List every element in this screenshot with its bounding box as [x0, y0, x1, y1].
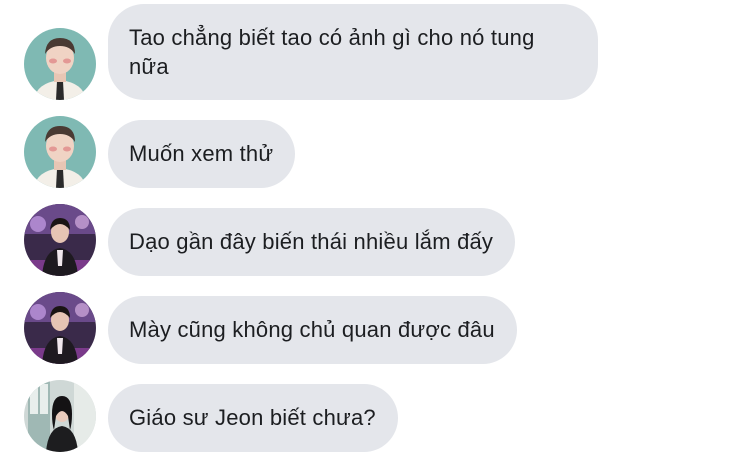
message-bubble[interactable]: Tao chẳng biết tao có ảnh gì cho nó tung… [108, 4, 598, 100]
avatar-man-purple-icon [24, 292, 96, 364]
message-bubble[interactable]: Muốn xem thử [108, 120, 296, 188]
avatar-user-c[interactable] [24, 380, 96, 452]
message-text: Giáo sư Jeon biết chưa? [129, 405, 376, 430]
avatar-man-purple-icon [24, 204, 96, 276]
message-bubble[interactable]: Giáo sư Jeon biết chưa? [108, 384, 398, 452]
avatar-man-teal-icon [24, 116, 96, 188]
avatar-user-b[interactable] [24, 204, 96, 276]
avatar-user-a[interactable] [24, 116, 96, 188]
message-text: Muốn xem thử [129, 141, 274, 166]
message-text: Tao chẳng biết tao có ảnh gì cho nó tung… [129, 25, 535, 79]
message-thread: Tao chẳng biết tao có ảnh gì cho nó tung… [0, 0, 750, 461]
message-bubble[interactable]: Dạo gần đây biến thái nhiều lắm đấy [108, 208, 516, 276]
message-bubble[interactable]: Mày cũng không chủ quan được đâu [108, 296, 517, 364]
avatar-user-b[interactable] [24, 292, 96, 364]
message-text: Mày cũng không chủ quan được đâu [129, 317, 495, 342]
avatar-user-a[interactable] [24, 28, 96, 100]
avatar-man-teal-icon [24, 28, 96, 100]
message-text: Dạo gần đây biến thái nhiều lắm đấy [129, 229, 494, 254]
avatar-woman-window-icon [24, 380, 96, 452]
